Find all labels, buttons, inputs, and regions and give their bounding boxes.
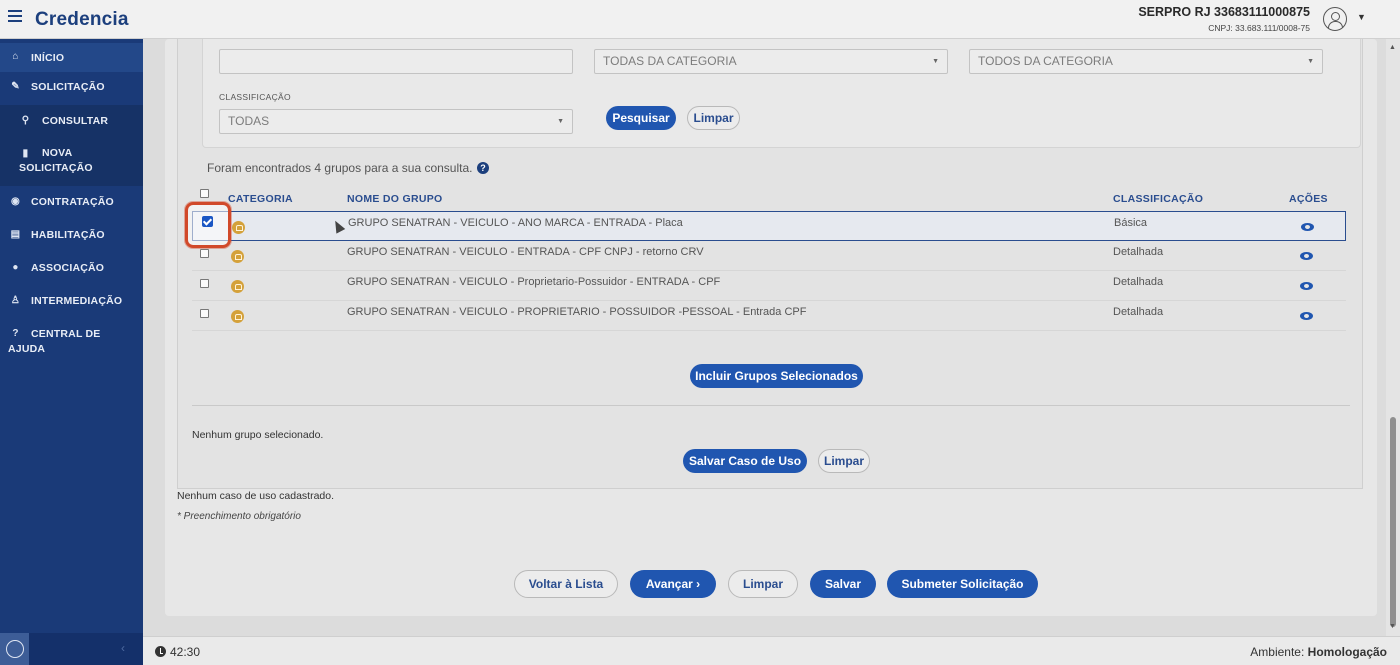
required-note: * Preenchimento obrigatório	[177, 511, 301, 522]
sidebar-item-intermediacao[interactable]: ♙ INTERMEDIAÇÃO	[0, 289, 143, 318]
category-icon	[232, 221, 245, 234]
back-to-list-button[interactable]: Voltar à Lista	[514, 570, 618, 598]
footer-bar: 42:30 Ambiente: Homologação	[143, 636, 1400, 665]
search-button[interactable]: Pesquisar	[606, 106, 676, 130]
sidebar-item-contratacao[interactable]: ◉ CONTRATAÇÃO	[0, 190, 143, 219]
sidebar-item-solicitacao[interactable]: ✎ SOLICITAÇÃO	[0, 76, 143, 105]
sidebar-item-inicio[interactable]: ⌂ INÍCIO	[0, 43, 143, 72]
header-categoria: CATEGORIA	[228, 193, 293, 205]
header-acoes: AÇÕES	[1289, 193, 1328, 205]
chevron-down-icon: ▼	[557, 118, 564, 125]
id-card-icon: ▤	[10, 229, 21, 240]
table-row[interactable]: GRUPO SENATRAN - VEICULO - Proprietario-…	[192, 271, 1346, 301]
save-use-case-button[interactable]: Salvar Caso de Uso	[683, 449, 807, 473]
group-name-input[interactable]	[219, 49, 573, 74]
scroll-down-icon[interactable]: ▼	[1389, 623, 1396, 630]
main-content: TODAS DA CATEGORIA ▼ TODOS DA CATEGORIA …	[143, 39, 1385, 633]
row-checkbox[interactable]	[200, 279, 209, 288]
row-checkbox[interactable]	[200, 309, 209, 318]
category-icon	[231, 310, 244, 323]
scrollbar-thumb[interactable]	[1390, 417, 1396, 627]
no-use-case-text: Nenhum caso de uso cadastrado.	[177, 490, 335, 502]
user-name: SERPRO RJ 33683111000875	[1138, 5, 1310, 19]
table-row[interactable]: GRUPO SENATRAN - VEICULO - ANO MARCA - E…	[192, 211, 1346, 241]
sidebar-footer: ‹	[0, 633, 143, 665]
row-checkbox-checked[interactable]	[202, 216, 213, 227]
home-icon: ⌂	[12, 51, 19, 62]
edit-icon: ✎	[11, 81, 20, 92]
sidebar-item-consultar[interactable]: ⚲ CONSULTAR	[0, 105, 143, 138]
sidebar: ⌂ INÍCIO ✎ SOLICITAÇÃO ⚲ CONSULTAR ▮ NOV…	[0, 39, 143, 665]
view-eye-icon[interactable]	[1300, 282, 1313, 290]
chevron-left-icon[interactable]: ‹	[121, 641, 125, 655]
sidebar-item-habilitacao[interactable]: ▤ HABILITAÇÃO	[0, 223, 143, 252]
app-title: Credencia	[35, 9, 129, 30]
level-select[interactable]: TODOS DA CATEGORIA ▼	[969, 49, 1323, 74]
category-icon	[231, 280, 244, 293]
table-row[interactable]: GRUPO SENATRAN - VEICULO - ENTRADA - CPF…	[192, 241, 1346, 271]
clear-button[interactable]: Limpar	[728, 570, 798, 598]
chevron-down-icon: ▼	[932, 58, 939, 65]
table-row[interactable]: GRUPO SENATRAN - VEICULO - PROPRIETARIO …	[192, 301, 1346, 331]
menu-icon[interactable]	[8, 10, 22, 22]
session-timer: 42:30	[155, 645, 200, 659]
search-icon: ⚲	[21, 115, 30, 126]
filter-panel: TODAS DA CATEGORIA ▼ TODOS DA CATEGORIA …	[202, 39, 1361, 148]
clock-icon	[155, 646, 166, 657]
users-icon: ●	[12, 262, 19, 273]
file-icon: ▮	[22, 148, 29, 159]
clear-filters-button[interactable]: Limpar	[687, 106, 740, 130]
chevron-down-icon[interactable]: ▼	[1357, 12, 1366, 22]
view-eye-icon[interactable]	[1300, 312, 1313, 320]
select-all-checkbox[interactable]	[200, 189, 209, 198]
header-classificacao: CLASSIFICAÇÃO	[1113, 193, 1204, 205]
help-icon[interactable]: ?	[477, 162, 489, 174]
handshake-icon: ◉	[11, 196, 20, 207]
user-cnpj: CNPJ: 33.683.111/0008-75	[1208, 23, 1310, 33]
classification-select[interactable]: TODAS ▼	[219, 109, 573, 134]
top-bar: Credencia SERPRO RJ 33683111000875 CNPJ:…	[0, 0, 1400, 39]
row-checkbox-highlight[interactable]	[185, 202, 231, 248]
user-avatar-icon[interactable]	[1323, 7, 1347, 31]
category-select[interactable]: TODAS DA CATEGORIA ▼	[594, 49, 948, 74]
form-card: TODAS DA CATEGORIA ▼ TODOS DA CATEGORIA …	[165, 39, 1377, 616]
person-icon: ♙	[10, 295, 21, 306]
clear-selection-button[interactable]: Limpar	[818, 449, 870, 473]
next-button[interactable]: Avançar ›	[630, 570, 716, 598]
results-summary: Foram encontrados 4 grupos para a sua co…	[207, 161, 473, 175]
row-checkbox[interactable]	[200, 249, 209, 258]
save-button[interactable]: Salvar	[810, 570, 876, 598]
sidebar-item-central-de-ajuda[interactable]: ? CENTRAL DE AJUDA	[0, 322, 143, 362]
view-eye-icon[interactable]	[1300, 252, 1313, 260]
groups-table: CATEGORIA NOME DO GRUPO CLASSIFICAÇÃO AÇ…	[192, 185, 1350, 406]
category-icon	[231, 250, 244, 263]
use-case-panel: TODAS DA CATEGORIA ▼ TODOS DA CATEGORIA …	[177, 39, 1363, 489]
classification-label: CLASSIFICAÇÃO	[219, 92, 291, 102]
help-icon: ?	[12, 328, 19, 339]
scrollbar[interactable]: ▲ ▼	[1386, 39, 1400, 636]
submit-request-button[interactable]: Submeter Solicitação	[887, 570, 1038, 598]
include-groups-button[interactable]: Incluir Grupos Selecionados	[690, 364, 863, 388]
environment-indicator: Ambiente: Homologação	[1250, 645, 1387, 659]
view-eye-icon[interactable]	[1301, 223, 1314, 231]
cookie-icon[interactable]	[0, 633, 29, 665]
chevron-down-icon: ▼	[1307, 58, 1314, 65]
sidebar-item-associacao[interactable]: ● ASSOCIAÇÃO	[0, 256, 143, 285]
header-nome: NOME DO GRUPO	[347, 193, 443, 205]
scroll-up-icon[interactable]: ▲	[1389, 44, 1396, 51]
sidebar-item-nova-solicitacao[interactable]: ▮ NOVA SOLICITAÇÃO	[0, 138, 143, 186]
no-group-selected-text: Nenhum grupo selecionado.	[192, 429, 324, 441]
